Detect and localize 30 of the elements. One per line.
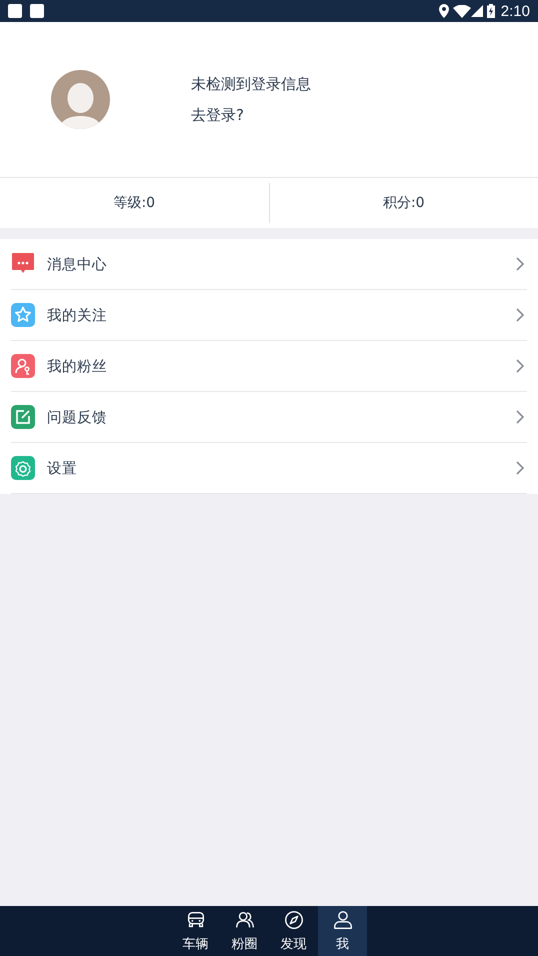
menu-item[interactable]: 我的粉丝	[11, 341, 527, 392]
menu-item[interactable]: 消息中心	[11, 239, 527, 290]
tab[interactable]: 粉圈	[220, 906, 269, 956]
notification-icon	[8, 4, 22, 18]
menu-item[interactable]: 问题反馈	[11, 392, 527, 443]
chevron-icon	[515, 307, 525, 323]
tab[interactable]: 车辆	[171, 906, 220, 956]
notification-icon	[30, 4, 44, 18]
signal-icon	[470, 5, 483, 17]
battery-icon	[486, 4, 495, 18]
edit-icon	[11, 405, 35, 429]
tab[interactable]: 发现	[269, 906, 318, 956]
login-status-text: 未检测到登录信息	[191, 74, 311, 94]
stat-label: 积分:0	[382, 194, 426, 212]
chevron-icon	[515, 460, 525, 476]
compass-icon	[282, 909, 304, 931]
chevron-icon	[515, 409, 525, 425]
menu-item[interactable]: 我的关注	[11, 290, 527, 341]
login-link[interactable]: 去登录?	[191, 106, 311, 124]
tab[interactable]: 我	[318, 906, 367, 956]
chevron-icon	[515, 256, 525, 272]
chevron-icon	[515, 358, 525, 374]
person-icon	[332, 909, 354, 931]
stat-label: 等级:0	[112, 194, 156, 212]
location-icon	[438, 4, 449, 18]
menu-item[interactable]: 设置	[11, 443, 527, 494]
person-key-icon	[11, 354, 35, 378]
settings-icon	[11, 456, 35, 480]
clock: 2:10	[500, 2, 530, 20]
wifi-icon	[452, 4, 471, 18]
